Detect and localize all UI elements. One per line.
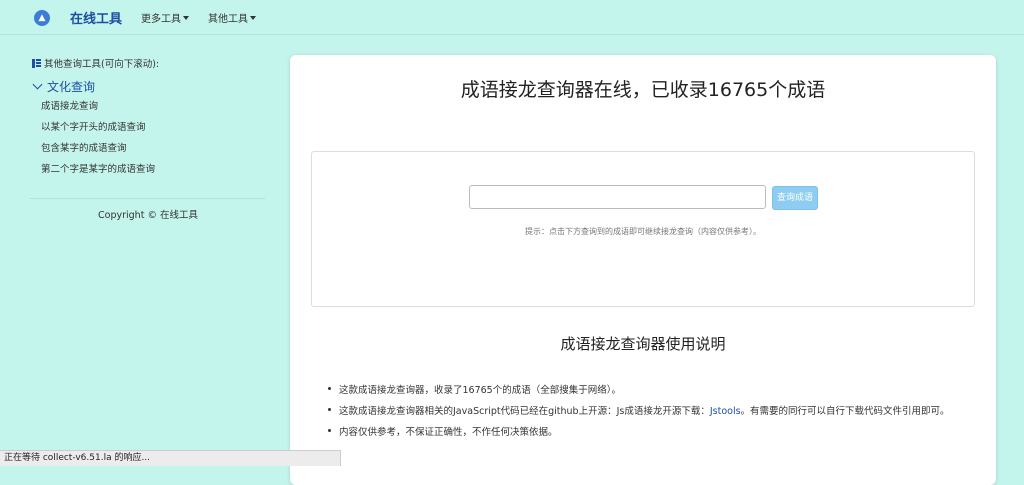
chart-logo-icon[interactable]: ▲	[34, 10, 50, 26]
sidebar-item-idiom-second-char[interactable]: 第二个字是某字的成语查询	[41, 161, 155, 175]
brand-link[interactable]: 在线工具	[70, 8, 122, 27]
more-tools-menu[interactable]: 更多工具	[141, 10, 189, 25]
search-hint: 提示：点击下方查询到的成语即可继续接龙查询（内容仅供参考）。	[525, 227, 761, 236]
sidebar-item-idiom-contains[interactable]: 包含某字的成语查询	[41, 140, 127, 154]
copyright-text: Copyright © 在线工具	[98, 210, 198, 221]
search-idiom-button[interactable]: 查询成语	[772, 186, 818, 210]
category-label: 文化查询	[47, 80, 96, 94]
search-panel: 查询成语 提示：点击下方查询到的成语即可继续接龙查询（内容仅供参考）。	[311, 151, 975, 307]
sidebar-title-text: 其他查询工具(可向下滚动):	[44, 59, 160, 70]
caret-down-icon	[250, 16, 256, 20]
top-navbar: ▲ 在线工具 更多工具 其他工具	[0, 0, 1024, 35]
jstools-link[interactable]: Jstools	[710, 406, 741, 417]
caret-down-icon	[183, 16, 189, 20]
usage-section-title: 成语接龙查询器使用说明	[560, 335, 726, 353]
sidebar-item-idiom-chain[interactable]: 成语接龙查询	[41, 98, 98, 112]
note-text: 。有需要的同行可以自行下载代码文件引用即可。	[740, 406, 950, 417]
note-text: 这款成语接龙查询器，收录了16765个的成语（全部搜集于网络）。	[339, 385, 621, 396]
list-item: 这款成语接龙查询器相关的JavaScript代码已经在github上开源：Js成…	[328, 405, 950, 426]
bullet-icon	[328, 408, 331, 411]
other-tools-menu[interactable]: 其他工具	[208, 10, 256, 25]
more-tools-label: 更多工具	[141, 14, 181, 25]
bullet-icon	[328, 387, 331, 390]
main-card: 成语接龙查询器在线，已收录16765个成语 查询成语 提示：点击下方查询到的成语…	[290, 55, 996, 485]
sidebar-item-idiom-starting[interactable]: 以某个字开头的成语查询	[41, 119, 146, 133]
idiom-search-input[interactable]	[469, 185, 766, 209]
list-icon	[32, 59, 41, 68]
note-text: 内容仅供参考，不保证正确性，不作任何决策依据。	[339, 427, 558, 438]
list-item: 这款成语接龙查询器，收录了16765个的成语（全部搜集于网络）。	[328, 384, 950, 405]
sidebar-divider	[30, 198, 265, 199]
bullet-icon	[328, 429, 331, 432]
browser-status-bar: 正在等待 collect-v6.51.la 的响应...	[0, 450, 341, 466]
list-item: 内容仅供参考，不保证正确性，不作任何决策依据。	[328, 426, 950, 447]
category-culture[interactable]: 文化查询	[32, 78, 95, 95]
other-tools-label: 其他工具	[208, 14, 248, 25]
page-title: 成语接龙查询器在线，已收录16765个成语	[460, 79, 826, 101]
usage-notes: 这款成语接龙查询器，收录了16765个的成语（全部搜集于网络）。 这款成语接龙查…	[328, 384, 950, 447]
sidebar-title: 其他查询工具(可向下滚动):	[32, 56, 159, 70]
note-text: 这款成语接龙查询器相关的JavaScript代码已经在github上开源：Js成…	[339, 406, 710, 417]
chevron-down-icon	[32, 79, 43, 90]
